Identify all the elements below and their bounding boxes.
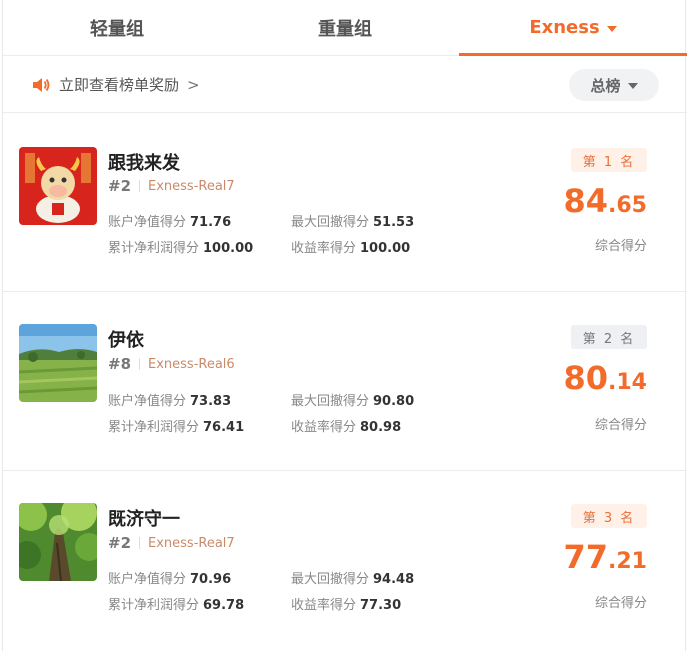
total-score: 77.21 (563, 538, 647, 576)
stat-return: 收益率得分 80.98 (291, 416, 401, 435)
stat-label: 账户净值得分 (108, 572, 187, 587)
tab-exness[interactable]: Exness (459, 0, 687, 56)
toolbar: 立即查看榜单奖励 > 总榜 (3, 57, 687, 113)
stat-value: 80.98 (360, 420, 402, 435)
trader-name: 既济守一 (108, 509, 180, 530)
stat-return: 收益率得分 100.00 (291, 237, 410, 256)
stat-label: 收益率得分 (291, 598, 357, 613)
rank-badge: 第 2 名 (571, 325, 647, 349)
leaderboard-panel: 轻量组 重量组 Exness 立即查看榜单奖励 > 总榜 跟我来发 #2 Exn… (2, 0, 687, 651)
view-rewards-link[interactable]: 立即查看榜单奖励 > (31, 74, 200, 95)
stat-return: 收益率得分 77.30 (291, 594, 401, 613)
rank-filter-dropdown[interactable]: 总榜 (569, 69, 659, 101)
stat-net-value: 账户净值得分 70.96 (108, 568, 231, 587)
ox-avatar-icon (19, 147, 97, 225)
notice-text: 立即查看榜单奖励 (59, 76, 180, 94)
group-rank: #2 (108, 177, 132, 195)
stat-label: 账户净值得分 (108, 215, 187, 230)
divider (139, 537, 141, 549)
trader-name: 跟我来发 (108, 153, 180, 174)
score-decimal: .14 (608, 370, 647, 395)
caret-down-icon (606, 25, 617, 32)
trader-meta: #2 Exness-Real7 (108, 177, 235, 195)
stat-drawdown: 最大回撤得分 51.53 (291, 211, 414, 230)
trader-name: 伊依 (108, 330, 144, 351)
trader-card[interactable]: 既济守一 #2 Exness-Real7 账户净值得分 70.96 最大回撤得分 9… (3, 472, 687, 650)
stat-label: 累计净利润得分 (108, 241, 200, 256)
score-integer: 84 (563, 182, 609, 220)
group-rank: #2 (108, 534, 132, 552)
rank-badge: 第 1 名 (571, 148, 647, 172)
filter-label: 总榜 (590, 76, 621, 95)
field-avatar-icon (19, 324, 97, 402)
stat-value: 77.30 (360, 598, 402, 613)
tree-avatar-icon (19, 503, 97, 581)
score-label: 综合得分 (594, 239, 647, 254)
stat-label: 最大回撤得分 (291, 394, 370, 409)
stat-value: 71.76 (190, 215, 232, 230)
stat-label: 最大回撤得分 (291, 215, 370, 230)
stat-value: 100.00 (203, 241, 254, 256)
stat-value: 51.53 (373, 215, 415, 230)
stat-label: 最大回撤得分 (291, 572, 370, 587)
speaker-icon (33, 77, 50, 92)
stat-drawdown: 最大回撤得分 90.80 (291, 390, 414, 409)
stat-drawdown: 最大回撤得分 94.48 (291, 568, 414, 587)
stat-value: 94.48 (373, 572, 415, 587)
score-label: 综合得分 (594, 418, 647, 433)
tab-label: Exness (529, 17, 600, 38)
score-decimal: .65 (608, 193, 647, 218)
stat-label: 收益率得分 (291, 420, 357, 435)
trader-avatar (19, 147, 97, 225)
divider (139, 358, 141, 370)
rank-badge: 第 3 名 (571, 504, 647, 528)
tab-heavy-group[interactable]: 重量组 (231, 0, 459, 55)
trader-meta: #8 Exness-Real6 (108, 355, 235, 373)
tab-light-group[interactable]: 轻量组 (3, 0, 231, 55)
score-label: 综合得分 (594, 596, 647, 611)
trader-avatar (19, 324, 97, 402)
group-tabs: 轻量组 重量组 Exness (3, 0, 687, 56)
stat-value: 73.83 (190, 394, 232, 409)
stat-profit: 累计净利润得分 69.78 (108, 594, 244, 613)
tab-label: 重量组 (318, 18, 372, 40)
stat-label: 累计净利润得分 (108, 598, 200, 613)
tab-label: 轻量组 (90, 18, 144, 40)
stat-profit: 累计净利润得分 76.41 (108, 416, 244, 435)
divider (139, 180, 141, 192)
server-account: Exness-Real7 (148, 535, 235, 551)
caret-down-icon (627, 83, 638, 89)
trader-avatar (19, 503, 97, 581)
trader-card[interactable]: 跟我来发 #2 Exness-Real7 账户净值得分 71.76 最大回撤得分 5… (3, 114, 687, 292)
stat-net-value: 账户净值得分 73.83 (108, 390, 231, 409)
stat-label: 收益率得分 (291, 241, 357, 256)
stat-label: 账户净值得分 (108, 394, 187, 409)
server-account: Exness-Real7 (148, 178, 235, 194)
stat-value: 70.96 (190, 572, 232, 587)
trader-meta: #2 Exness-Real7 (108, 534, 235, 552)
stat-value: 100.00 (360, 241, 411, 256)
group-rank: #8 (108, 355, 132, 373)
score-integer: 77 (563, 538, 609, 576)
total-score: 80.14 (563, 359, 647, 397)
stat-net-value: 账户净值得分 71.76 (108, 211, 231, 230)
stat-value: 90.80 (373, 394, 415, 409)
score-decimal: .21 (608, 549, 647, 574)
stat-value: 69.78 (203, 598, 245, 613)
stat-profit: 累计净利润得分 100.00 (108, 237, 253, 256)
total-score: 84.65 (563, 182, 647, 220)
score-integer: 80 (563, 359, 609, 397)
chevron-right-icon: > (187, 75, 200, 94)
trader-card[interactable]: 伊依 #8 Exness-Real6 账户净值得分 73.83 最大回撤得分 90.… (3, 293, 687, 471)
server-account: Exness-Real6 (148, 356, 235, 372)
stat-label: 累计净利润得分 (108, 420, 200, 435)
stat-value: 76.41 (203, 420, 245, 435)
